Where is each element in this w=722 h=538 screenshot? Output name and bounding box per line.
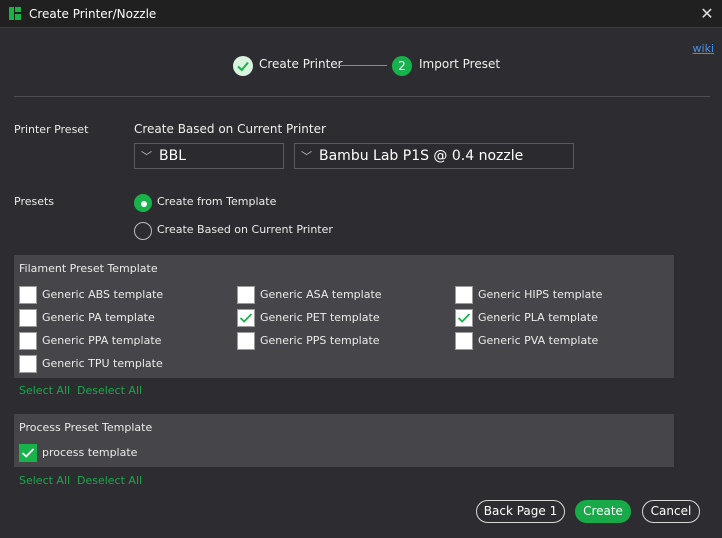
process-template-panel: Process Preset Template process template [14,414,674,467]
create-button[interactable]: Create [575,500,631,523]
vendor-select-value: BBL [159,148,187,164]
filament-deselect-all-link[interactable]: Deselect All [77,384,142,397]
filament-checkbox-pps[interactable]: Generic PPS template [237,331,380,350]
checkbox-box[interactable] [455,331,473,350]
checkbox-box[interactable] [19,308,37,327]
checkbox-label: Generic PLA template [478,311,598,324]
filament-checkbox-pla[interactable]: Generic PLA template [455,308,598,327]
checkbox-label: Generic TPU template [42,357,163,370]
printer-model-select-value: Bambu Lab P1S @ 0.4 nozzle [319,148,524,164]
divider [14,96,710,97]
radio-create-based-on-current-label[interactable]: Create Based on Current Printer [157,223,333,236]
radio-create-from-template[interactable] [134,194,152,212]
check-icon [457,312,471,323]
checkbox-box[interactable] [19,331,37,350]
step-import-preset-label: Import Preset [419,57,501,71]
checkbox-box[interactable] [237,308,255,327]
checkbox-label: Generic ABS template [42,288,164,301]
chevron-down-icon: ﹀ [141,150,152,163]
step-create-printer-label: Create Printer [259,57,343,71]
wiki-link[interactable]: wiki [693,42,714,55]
close-icon[interactable]: ✕ [697,4,717,24]
filament-checkbox-asa[interactable]: Generic ASA template [237,285,382,304]
create-based-heading: Create Based on Current Printer [134,122,326,136]
process-checkbox[interactable]: process template [19,443,137,462]
radio-create-from-template-label[interactable]: Create from Template [157,195,276,208]
process-select-all-link[interactable]: Select All [19,474,70,487]
step-2-number: 2 [392,56,412,76]
checkbox-label: Generic PPA template [42,334,162,347]
presets-label: Presets [14,195,55,208]
checkbox-box[interactable] [455,285,473,304]
process-deselect-all-link[interactable]: Deselect All [77,474,142,487]
printer-model-select[interactable]: ﹀ Bambu Lab P1S @ 0.4 nozzle [294,143,574,169]
radio-create-based-on-current[interactable] [134,222,152,240]
checkbox-box[interactable] [237,285,255,304]
window-title: Create Printer/Nozzle [29,7,157,21]
process-template-title: Process Preset Template [19,421,153,434]
check-icon [239,312,253,323]
filament-checkbox-tpu[interactable]: Generic TPU template [19,354,163,373]
back-page-button[interactable]: Back Page 1 [476,500,565,523]
cancel-button[interactable]: Cancel [642,500,700,523]
checkbox-label: Generic HIPS template [478,288,603,301]
checkbox-box[interactable] [237,331,255,350]
checkbox-label: Generic PVA template [478,334,599,347]
filament-checkbox-pet[interactable]: Generic PET template [237,308,380,327]
chevron-down-icon: ﹀ [301,150,312,163]
printer-preset-label: Printer Preset [14,123,89,136]
step-connector [337,65,387,66]
checkbox-box[interactable] [19,443,37,462]
filament-checkbox-pva[interactable]: Generic PVA template [455,331,598,350]
checkbox-label: Generic ASA template [260,288,382,301]
step-done-check-icon [233,56,253,76]
app-logo-icon [9,7,21,20]
checkbox-label: process template [42,446,138,459]
filament-checkbox-hips[interactable]: Generic HIPS template [455,285,602,304]
checkbox-box[interactable] [455,308,473,327]
checkbox-label: Generic PET template [260,311,380,324]
checkbox-box[interactable] [19,354,37,373]
title-bar: Create Printer/Nozzle ✕ [0,0,722,28]
filament-checkbox-ppa[interactable]: Generic PPA template [19,331,161,350]
vendor-select[interactable]: ﹀ BBL [134,143,284,169]
checkbox-label: Generic PPS template [260,334,380,347]
filament-template-panel: Filament Preset Template Generic ABS tem… [14,255,674,378]
checkbox-box[interactable] [19,285,37,304]
check-icon [21,447,35,458]
filament-select-all-link[interactable]: Select All [19,384,70,397]
filament-checkbox-abs[interactable]: Generic ABS template [19,285,163,304]
filament-checkbox-pa[interactable]: Generic PA template [19,308,155,327]
filament-template-title: Filament Preset Template [19,262,158,275]
checkbox-label: Generic PA template [42,311,155,324]
